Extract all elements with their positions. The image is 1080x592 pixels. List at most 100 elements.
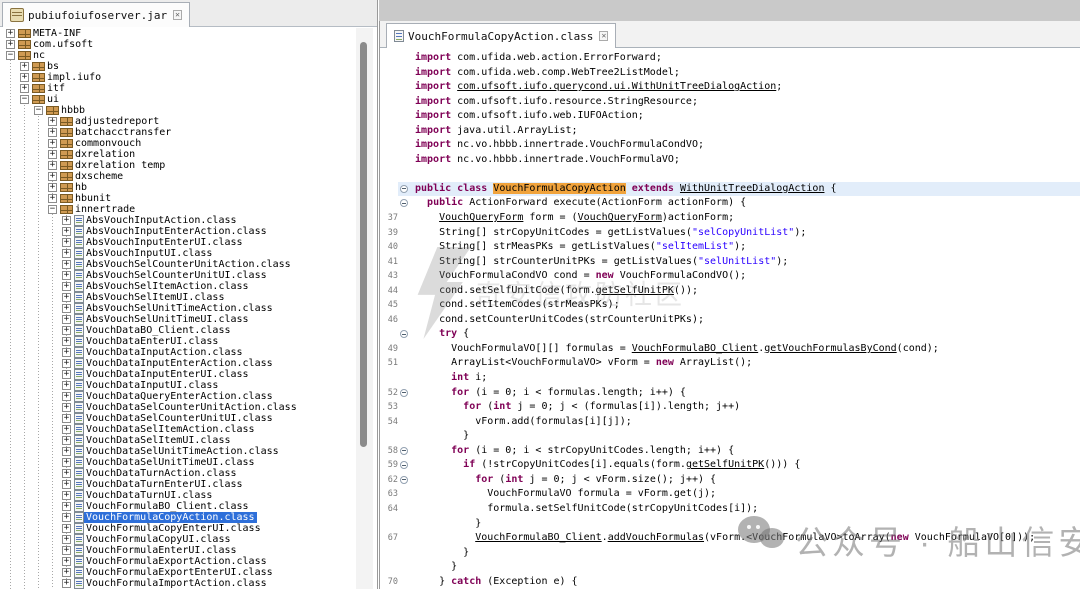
tree-item[interactable]: +VouchFormulaImportAction.class xyxy=(0,578,377,589)
tree-item[interactable]: +VouchDataTurnUI.class xyxy=(0,490,377,501)
expand-toggle-icon[interactable]: + xyxy=(62,304,71,313)
tree-item[interactable]: +com.ufsoft xyxy=(0,39,377,50)
code-editor[interactable]: import com.ufida.web.action.ErrorForward… xyxy=(380,48,1080,592)
expand-toggle-icon[interactable]: + xyxy=(62,524,71,533)
expand-toggle-icon[interactable]: + xyxy=(20,73,29,82)
expand-toggle-icon[interactable]: + xyxy=(62,535,71,544)
tree-item[interactable]: +AbsVouchInputEnterUI.class xyxy=(0,237,377,248)
tree-item[interactable]: +VouchFormulaExportAction.class xyxy=(0,556,377,567)
tree-item[interactable]: +AbsVouchSelCounterUnitUI.class xyxy=(0,270,377,281)
expand-toggle-icon[interactable]: + xyxy=(48,183,57,192)
expand-toggle-icon[interactable]: + xyxy=(62,359,71,368)
tree-item[interactable]: −hbbb xyxy=(0,105,377,116)
tree-item[interactable]: +dxrelation temp xyxy=(0,160,377,171)
tree-item[interactable]: +AbsVouchSelCounterUnitAction.class xyxy=(0,259,377,270)
expand-toggle-icon[interactable]: + xyxy=(62,282,71,291)
tree-scrollbar[interactable] xyxy=(356,28,373,589)
collapse-toggle-icon[interactable]: − xyxy=(6,51,15,60)
tree-item[interactable]: +AbsVouchSelUnitTimeAction.class xyxy=(0,303,377,314)
expand-toggle-icon[interactable]: + xyxy=(62,238,71,247)
tree-item[interactable]: +itf xyxy=(0,83,377,94)
tree-item[interactable]: +AbsVouchInputEnterAction.class xyxy=(0,226,377,237)
tree-item[interactable]: +VouchDataSelUnitTimeAction.class xyxy=(0,446,377,457)
expand-toggle-icon[interactable]: + xyxy=(62,381,71,390)
expand-toggle-icon[interactable]: + xyxy=(20,62,29,71)
collapse-toggle-icon[interactable]: − xyxy=(20,95,29,104)
expand-toggle-icon[interactable]: + xyxy=(48,128,57,137)
expand-toggle-icon[interactable]: + xyxy=(48,172,57,181)
tree-item[interactable]: +VouchDataInputAction.class xyxy=(0,347,377,358)
tree-item[interactable]: +VouchDataSelItemAction.class xyxy=(0,424,377,435)
expand-toggle-icon[interactable]: + xyxy=(48,150,57,159)
expand-toggle-icon[interactable]: + xyxy=(62,392,71,401)
tree-item[interactable]: +VouchDataEnterUI.class xyxy=(0,336,377,347)
tree-item[interactable]: −innertrade xyxy=(0,204,377,215)
tree-item[interactable]: −nc xyxy=(0,50,377,61)
close-icon[interactable]: ✕ xyxy=(599,31,608,41)
collapse-region-icon[interactable] xyxy=(400,330,408,338)
expand-toggle-icon[interactable]: + xyxy=(48,161,57,170)
collapse-region-icon[interactable] xyxy=(400,476,408,484)
tree-item[interactable]: +AbsVouchSelItemAction.class xyxy=(0,281,377,292)
tree-item[interactable]: +impl.iufo xyxy=(0,72,377,83)
tree-item[interactable]: +VouchFormulaBO_Client.class xyxy=(0,501,377,512)
close-icon[interactable]: ✕ xyxy=(173,10,182,20)
tree-item[interactable]: +hb xyxy=(0,182,377,193)
expand-toggle-icon[interactable]: + xyxy=(62,436,71,445)
tab-class-file[interactable]: VouchFormulaCopyAction.class ✕ xyxy=(386,23,616,48)
tree-item[interactable]: +VouchDataSelItemUI.class xyxy=(0,435,377,446)
expand-toggle-icon[interactable]: + xyxy=(6,40,15,49)
expand-toggle-icon[interactable]: + xyxy=(62,469,71,478)
tree-item[interactable]: +dxrelation xyxy=(0,149,377,160)
expand-toggle-icon[interactable]: + xyxy=(62,491,71,500)
tree-item[interactable]: +VouchFormulaExportEnterUI.class xyxy=(0,567,377,578)
expand-toggle-icon[interactable]: + xyxy=(62,546,71,555)
expand-toggle-icon[interactable]: + xyxy=(62,227,71,236)
expand-toggle-icon[interactable]: + xyxy=(62,271,71,280)
expand-toggle-icon[interactable]: + xyxy=(62,249,71,258)
expand-toggle-icon[interactable]: + xyxy=(62,458,71,467)
expand-toggle-icon[interactable]: + xyxy=(62,348,71,357)
tree-item[interactable]: +VouchDataSelCounterUnitAction.class xyxy=(0,402,377,413)
tree-item[interactable]: +VouchDataTurnAction.class xyxy=(0,468,377,479)
tree-item[interactable]: +VouchFormulaCopyUI.class xyxy=(0,534,377,545)
collapse-region-icon[interactable] xyxy=(400,389,408,397)
expand-toggle-icon[interactable]: + xyxy=(62,216,71,225)
tree-scrollbar-thumb[interactable] xyxy=(360,42,367,447)
tree-item[interactable]: +dxscheme xyxy=(0,171,377,182)
collapse-toggle-icon[interactable]: − xyxy=(34,106,43,115)
expand-toggle-icon[interactable]: + xyxy=(62,579,71,588)
expand-toggle-icon[interactable]: + xyxy=(62,568,71,577)
tree-item[interactable]: +VouchDataBO_Client.class xyxy=(0,325,377,336)
tree-item[interactable]: +adjustedreport xyxy=(0,116,377,127)
tree-item[interactable]: +VouchDataSelCounterUnitUI.class xyxy=(0,413,377,424)
expand-toggle-icon[interactable]: + xyxy=(62,315,71,324)
tree-item[interactable]: +VouchDataInputUI.class xyxy=(0,380,377,391)
tree-item[interactable]: +bs xyxy=(0,61,377,72)
tree-item[interactable]: +VouchFormulaCopyAction.class xyxy=(0,512,377,523)
expand-toggle-icon[interactable]: + xyxy=(62,326,71,335)
tree-item[interactable]: +VouchFormulaEnterUI.class xyxy=(0,545,377,556)
expand-toggle-icon[interactable]: + xyxy=(20,84,29,93)
collapse-region-icon[interactable] xyxy=(400,185,408,193)
tree-item[interactable]: +META-INF xyxy=(0,28,377,39)
expand-toggle-icon[interactable]: + xyxy=(62,480,71,489)
expand-toggle-icon[interactable]: + xyxy=(48,117,57,126)
expand-toggle-icon[interactable]: + xyxy=(62,502,71,511)
tree-item[interactable]: +VouchDataQueryEnterAction.class xyxy=(0,391,377,402)
expand-toggle-icon[interactable]: + xyxy=(48,194,57,203)
tree-item[interactable]: +AbsVouchSelItemUI.class xyxy=(0,292,377,303)
expand-toggle-icon[interactable]: + xyxy=(62,447,71,456)
expand-toggle-icon[interactable]: + xyxy=(6,29,15,38)
tree-item[interactable]: +batchacctransfer xyxy=(0,127,377,138)
tree-item[interactable]: +AbsVouchSelUnitTimeUI.class xyxy=(0,314,377,325)
expand-toggle-icon[interactable]: + xyxy=(48,139,57,148)
tree-item[interactable]: +VouchDataTurnEnterUI.class xyxy=(0,479,377,490)
collapse-region-icon[interactable] xyxy=(400,447,408,455)
package-tree[interactable]: +META-INF+com.ufsoft−nc+bs+impl.iufo+itf… xyxy=(0,28,377,589)
expand-toggle-icon[interactable]: + xyxy=(62,414,71,423)
tab-jar-file[interactable]: pubiufoiufoserver.jar ✕ xyxy=(2,2,190,27)
expand-toggle-icon[interactable]: + xyxy=(62,260,71,269)
tree-item[interactable]: +AbsVouchInputUI.class xyxy=(0,248,377,259)
tree-item[interactable]: +commonvouch xyxy=(0,138,377,149)
